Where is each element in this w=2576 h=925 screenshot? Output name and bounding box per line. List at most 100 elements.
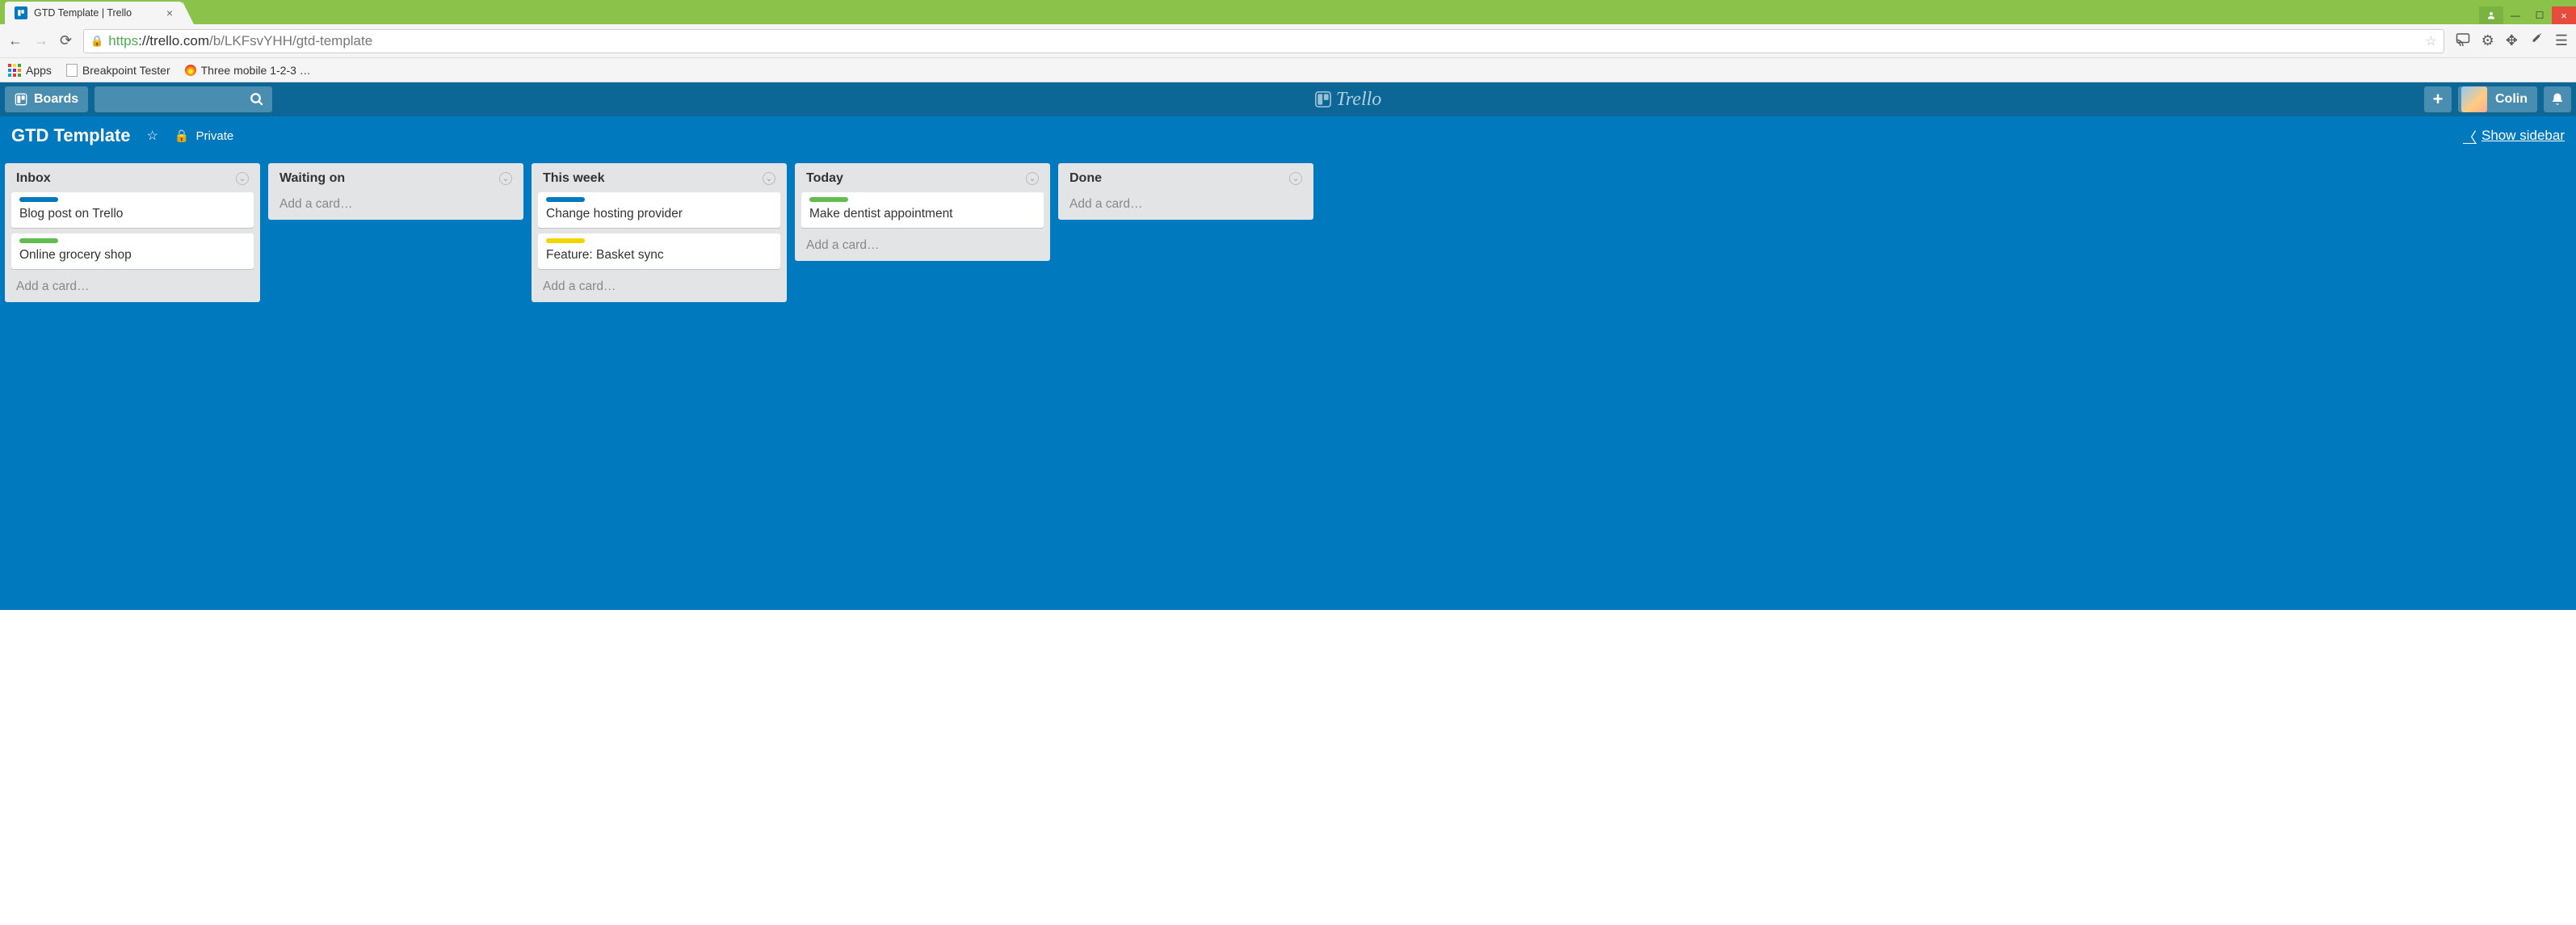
- list-header: This week ⌄: [538, 170, 780, 192]
- username: Colin: [2495, 92, 2528, 107]
- cast-icon[interactable]: [2456, 32, 2470, 50]
- trello-favicon: [15, 6, 27, 19]
- bell-icon: [2550, 92, 2565, 107]
- star-board-icon[interactable]: ☆: [147, 128, 158, 144]
- trello-logo[interactable]: Trello: [1315, 89, 1381, 111]
- add-card-button[interactable]: Add a card…: [275, 192, 517, 212]
- window-close-button[interactable]: ×: [2552, 6, 2576, 24]
- search-icon: [250, 92, 264, 107]
- list-menu-icon[interactable]: ⌄: [236, 172, 249, 185]
- move-icon[interactable]: ✥: [2506, 32, 2518, 49]
- list-title[interactable]: Today: [806, 171, 843, 186]
- chrome-profile-button[interactable]: [2479, 6, 2503, 24]
- chevron-left-icon: 〈: [2463, 126, 2477, 146]
- list: Done ⌄ Add a card…: [1058, 163, 1313, 220]
- browser-toolbar: ← → ⟳ 🔒 https://trello.com/b/LKFsvYHH/gt…: [0, 24, 2576, 58]
- list-title[interactable]: Inbox: [16, 171, 51, 186]
- add-card-button[interactable]: Add a card…: [11, 275, 254, 294]
- window-controls: — ☐ ×: [2479, 6, 2576, 24]
- card-label-yellow: [546, 238, 585, 243]
- forward-button[interactable]: →: [34, 32, 48, 49]
- user-menu[interactable]: Colin: [2458, 86, 2537, 112]
- url-host: ://trello.com: [138, 33, 209, 48]
- browser-titlebar: GTD Template | Trello × — ☐ ×: [0, 0, 2576, 24]
- bookmark-apps[interactable]: Apps: [8, 64, 52, 77]
- board-canvas[interactable]: Inbox ⌄ Blog post on Trello Online grocery …: [0, 155, 2576, 610]
- card-title: Blog post on Trello: [19, 207, 246, 221]
- address-bar[interactable]: 🔒 https://trello.com/b/LKFsvYHH/gtd-temp…: [83, 29, 2444, 53]
- list: This week ⌄ Change hosting provider Feature…: [532, 163, 787, 302]
- card[interactable]: Feature: Basket sync: [538, 233, 780, 269]
- bookmark-breakpoint[interactable]: Breakpoint Tester: [66, 64, 170, 77]
- fire-icon: [185, 65, 196, 76]
- browser-tab[interactable]: GTD Template | Trello ×: [5, 2, 183, 24]
- reload-button[interactable]: ⟳: [60, 32, 72, 49]
- card-title: Change hosting provider: [546, 207, 772, 221]
- card-label-green: [19, 238, 58, 243]
- list: Waiting on ⌄ Add a card…: [268, 163, 523, 220]
- list: Inbox ⌄ Blog post on Trello Online grocery …: [5, 163, 260, 302]
- list-title[interactable]: This week: [543, 171, 604, 186]
- card[interactable]: Make dentist appointment: [801, 192, 1044, 228]
- url-text: https://trello.com/b/LKFsvYHH/gtd-templa…: [108, 33, 372, 49]
- trello-logo-icon: [1315, 91, 1331, 107]
- trello-logo-text: Trello: [1336, 89, 1381, 111]
- window-minimize-button[interactable]: —: [2503, 6, 2528, 24]
- search-box[interactable]: [95, 86, 272, 112]
- bookmark-label: Apps: [26, 64, 52, 77]
- bookmark-label: Breakpoint Tester: [82, 64, 170, 77]
- list-header: Inbox ⌄: [11, 170, 254, 192]
- list: Today ⌄ Make dentist appointment Add a card…: [795, 163, 1050, 261]
- url-proto: https: [108, 33, 138, 48]
- card-title: Feature: Basket sync: [546, 248, 772, 263]
- show-sidebar-button[interactable]: 〈 Show sidebar: [2463, 126, 2565, 146]
- file-icon: [66, 64, 78, 77]
- settings-gear-icon[interactable]: ⚙: [2481, 32, 2494, 49]
- url-path: /b/LKFsvYHH/gtd-template: [209, 33, 372, 48]
- board-icon: [15, 93, 27, 106]
- list-menu-icon[interactable]: ⌄: [1289, 172, 1302, 185]
- list-title[interactable]: Waiting on: [279, 171, 345, 186]
- list-menu-icon[interactable]: ⌄: [499, 172, 512, 185]
- list-header: Waiting on ⌄: [275, 170, 517, 192]
- bookmark-three[interactable]: Three mobile 1-2-3 …: [185, 64, 311, 77]
- card[interactable]: Online grocery shop: [11, 233, 254, 269]
- lock-icon: 🔒: [90, 35, 103, 48]
- eyedropper-icon[interactable]: [2529, 32, 2544, 50]
- add-button[interactable]: +: [2424, 86, 2452, 112]
- plus-icon: +: [2433, 89, 2444, 110]
- list-header: Today ⌄: [801, 170, 1044, 192]
- list-header: Done ⌄: [1065, 170, 1307, 192]
- add-card-button[interactable]: Add a card…: [801, 233, 1044, 253]
- show-sidebar-label: Show sidebar: [2481, 128, 2565, 144]
- trello-header: Boards Trello + Colin: [0, 82, 2576, 116]
- apps-icon: [8, 64, 21, 77]
- tab-close-icon[interactable]: ×: [166, 6, 173, 19]
- privacy-label: Private: [196, 129, 234, 143]
- list-title[interactable]: Done: [1069, 171, 1102, 186]
- avatar: [2461, 86, 2487, 112]
- board-title[interactable]: GTD Template: [11, 125, 131, 146]
- bookmark-label: Three mobile 1-2-3 …: [201, 64, 311, 77]
- add-card-button[interactable]: Add a card…: [1065, 192, 1307, 212]
- tab-title: GTD Template | Trello: [34, 7, 160, 19]
- chrome-menu-icon[interactable]: ☰: [2555, 32, 2568, 49]
- card[interactable]: Blog post on Trello: [11, 192, 254, 228]
- card-title: Make dentist appointment: [809, 207, 1036, 221]
- bookmark-star-icon[interactable]: ☆: [2425, 33, 2436, 49]
- card-label-blue: [546, 197, 585, 202]
- window-maximize-button[interactable]: ☐: [2528, 6, 2552, 24]
- boards-button[interactable]: Boards: [5, 86, 88, 112]
- list-menu-icon[interactable]: ⌄: [1026, 172, 1039, 185]
- lock-icon: 🔒: [174, 128, 190, 143]
- card-label-green: [809, 197, 848, 202]
- list-menu-icon[interactable]: ⌄: [763, 172, 775, 185]
- card-label-blue: [19, 197, 58, 202]
- add-card-button[interactable]: Add a card…: [538, 275, 780, 294]
- card-title: Online grocery shop: [19, 248, 246, 263]
- back-button[interactable]: ←: [8, 32, 23, 49]
- board-header: GTD Template ☆ 🔒 Private 〈 Show sidebar: [0, 116, 2576, 155]
- board-privacy[interactable]: 🔒 Private: [174, 128, 233, 143]
- card[interactable]: Change hosting provider: [538, 192, 780, 228]
- notifications-button[interactable]: [2544, 86, 2571, 112]
